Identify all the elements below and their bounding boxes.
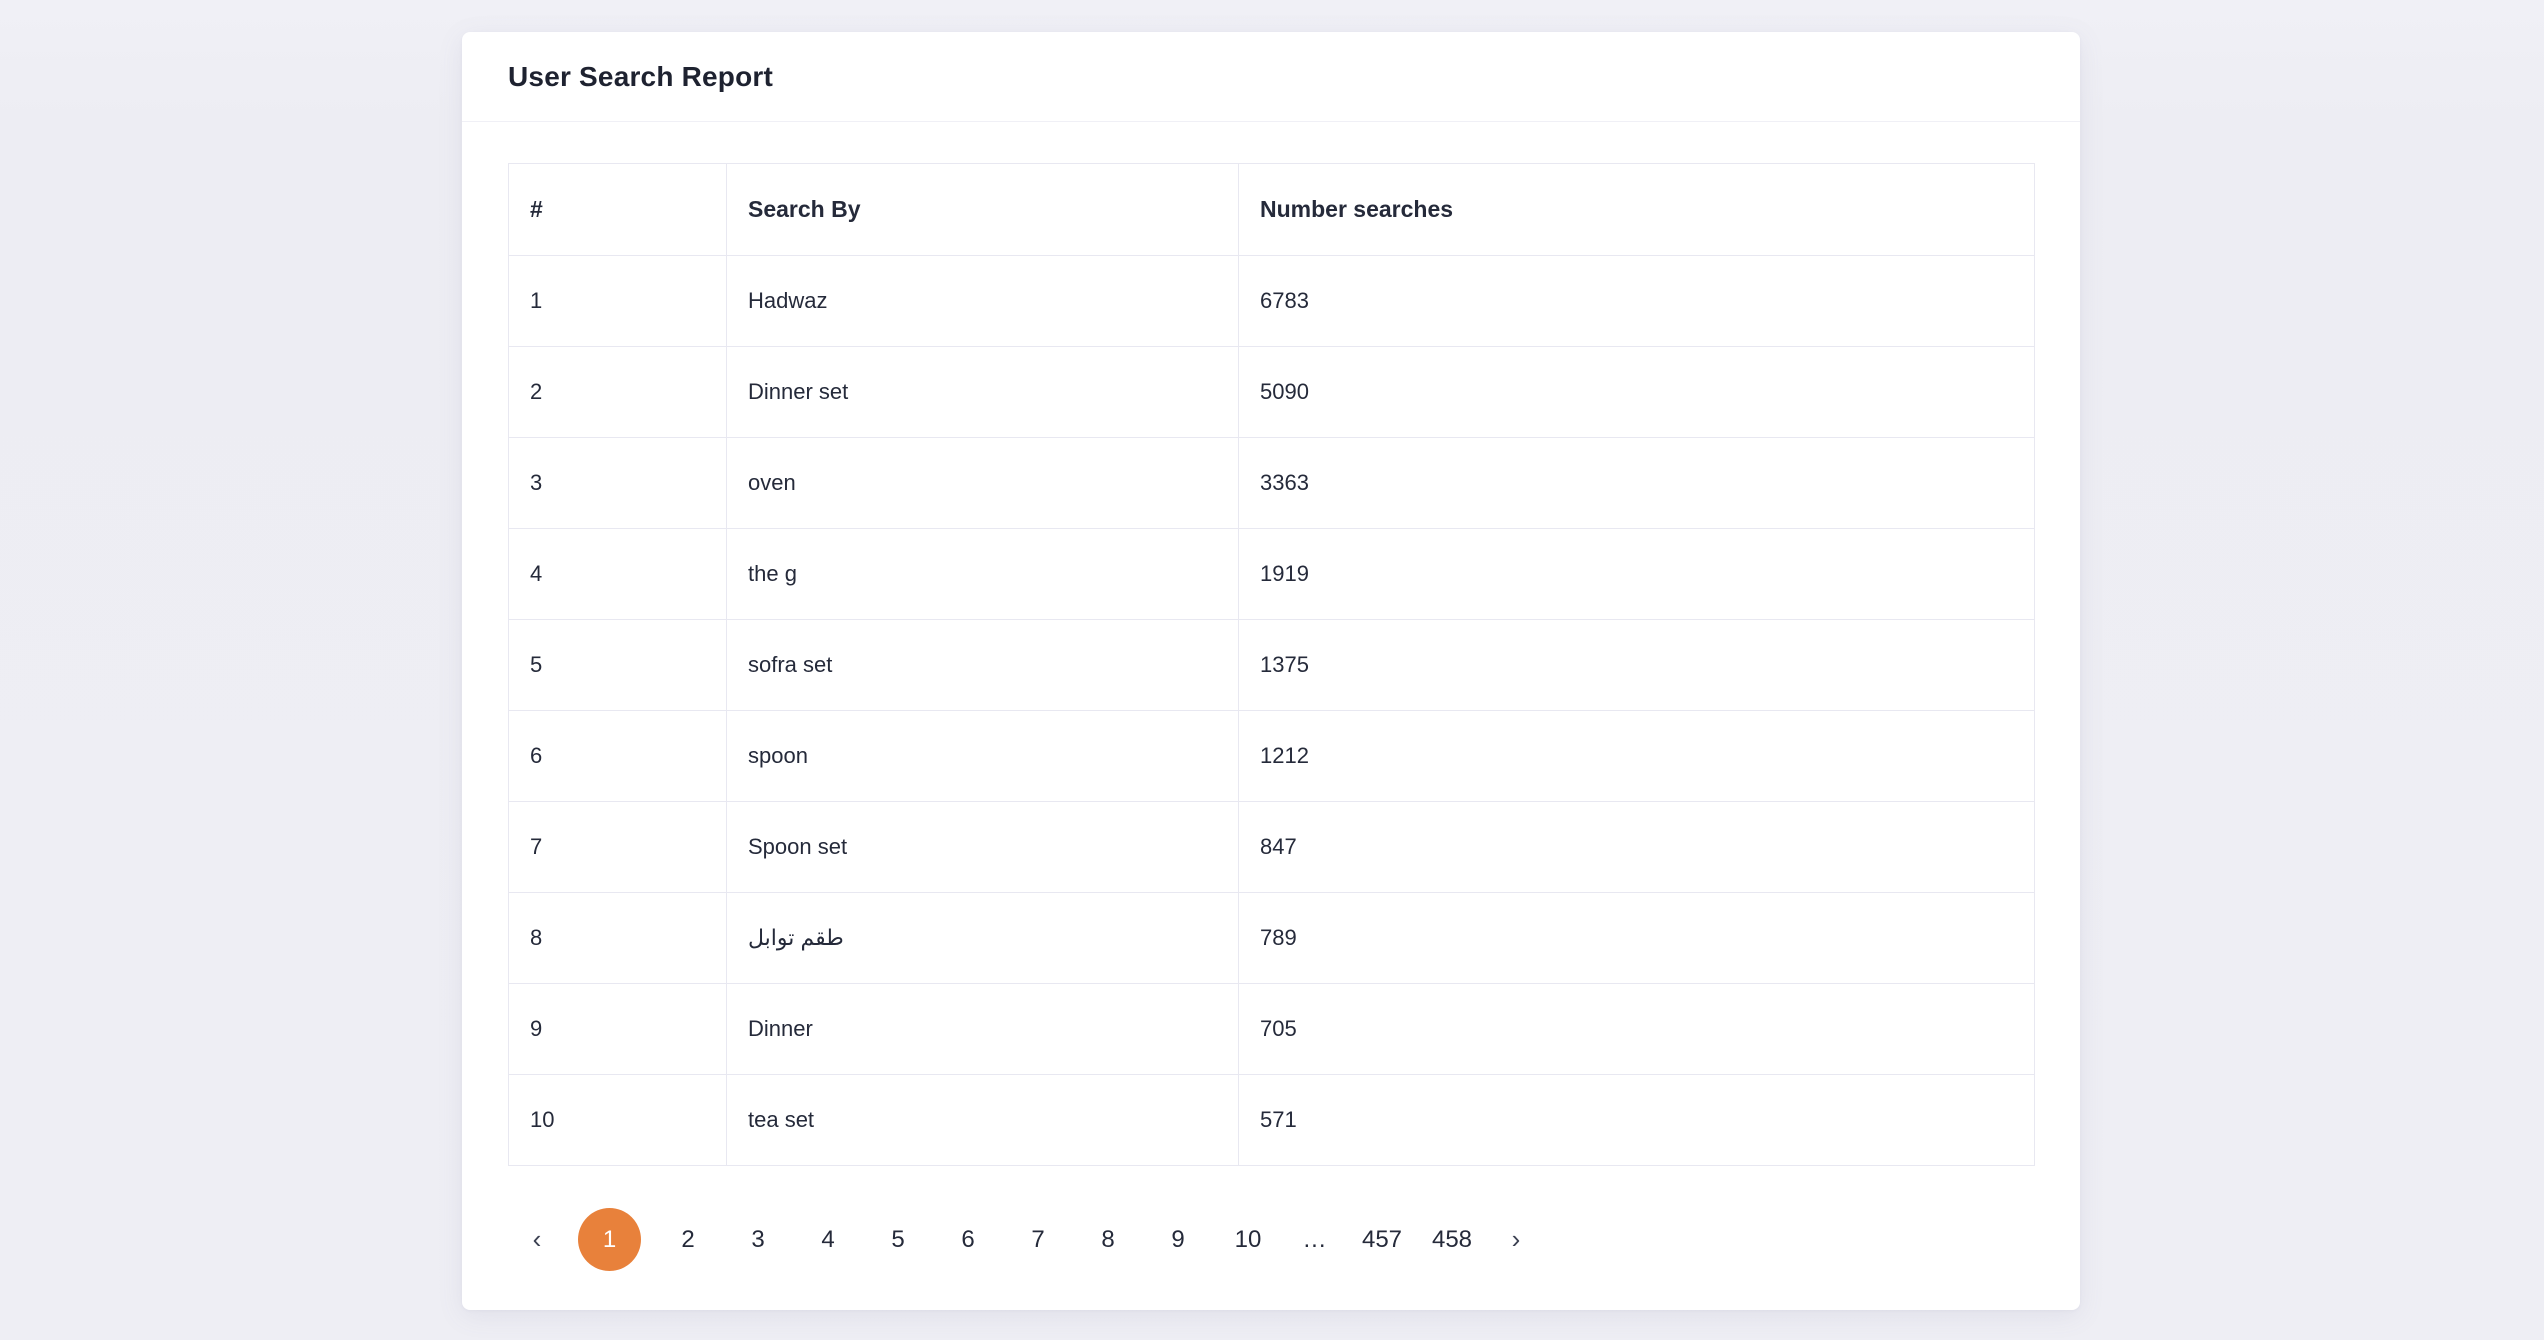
cell-index: 9 [509,984,727,1075]
table-body: 1 Hadwaz 6783 2 Dinner set 5090 3 oven 3… [509,256,2035,1166]
pagination-page-2[interactable]: 2 [665,1208,711,1271]
cell-search-term: Dinner [727,984,1239,1075]
table-row: 1 Hadwaz 6783 [509,256,2035,347]
cell-number-searches: 1212 [1239,711,2035,802]
column-header-index: # [509,164,727,256]
table-row: 3 oven 3363 [509,438,2035,529]
cell-search-term: Hadwaz [727,256,1239,347]
pagination-page-1[interactable]: 1 [578,1208,641,1271]
cell-search-term: oven [727,438,1239,529]
page-title: User Search Report [508,61,773,93]
table-row: 2 Dinner set 5090 [509,347,2035,438]
cell-index: 1 [509,256,727,347]
card-body: # Search By Number searches 1 Hadwaz 678… [462,122,2080,1271]
table-row: 4 the g 1919 [509,529,2035,620]
column-header-number-searches: Number searches [1239,164,2035,256]
cell-index: 2 [509,347,727,438]
pagination-page-458[interactable]: 458 [1429,1208,1475,1271]
cell-index: 6 [509,711,727,802]
pagination-prev-button[interactable]: ‹ [520,1208,554,1271]
pagination-page-10[interactable]: 10 [1225,1208,1271,1271]
cell-search-term: the g [727,529,1239,620]
table-row: 10 tea set 571 [509,1075,2035,1166]
report-card: User Search Report # Search By Number se… [462,32,2080,1310]
cell-search-term: طقم توابل [727,893,1239,984]
cell-number-searches: 789 [1239,893,2035,984]
pagination-page-3[interactable]: 3 [735,1208,781,1271]
cell-search-term: spoon [727,711,1239,802]
cell-search-term: sofra set [727,620,1239,711]
table-row: 8 طقم توابل 789 [509,893,2035,984]
table-row: 9 Dinner 705 [509,984,2035,1075]
pagination-page-457[interactable]: 457 [1359,1208,1405,1271]
pagination-page-4[interactable]: 4 [805,1208,851,1271]
table-row: 5 sofra set 1375 [509,620,2035,711]
cell-search-term: Spoon set [727,802,1239,893]
cell-index: 10 [509,1075,727,1166]
cell-number-searches: 847 [1239,802,2035,893]
cell-search-term: Dinner set [727,347,1239,438]
pagination-page-7[interactable]: 7 [1015,1208,1061,1271]
pagination-next-button[interactable]: › [1499,1208,1533,1271]
cell-number-searches: 6783 [1239,256,2035,347]
cell-number-searches: 1919 [1239,529,2035,620]
pagination: ‹ 123456789 10... 457 458 › [508,1208,2035,1271]
page-background: User Search Report # Search By Number se… [0,0,2544,1340]
search-report-table: # Search By Number searches 1 Hadwaz 678… [508,163,2035,1166]
cell-search-term: tea set [727,1075,1239,1166]
column-header-search-by: Search By [727,164,1239,256]
pagination-page-8[interactable]: 8 [1085,1208,1131,1271]
cell-index: 4 [509,529,727,620]
cell-index: 8 [509,893,727,984]
card-header: User Search Report [462,32,2080,122]
cell-index: 3 [509,438,727,529]
table-row: 6 spoon 1212 [509,711,2035,802]
cell-number-searches: 3363 [1239,438,2035,529]
table-row: 7 Spoon set 847 [509,802,2035,893]
cell-number-searches: 1375 [1239,620,2035,711]
cell-index: 7 [509,802,727,893]
cell-number-searches: 705 [1239,984,2035,1075]
cell-index: 5 [509,620,727,711]
cell-number-searches: 571 [1239,1075,2035,1166]
pagination-page-5[interactable]: 5 [875,1208,921,1271]
cell-number-searches: 5090 [1239,347,2035,438]
pagination-page-9[interactable]: 9 [1155,1208,1201,1271]
pagination-page-6[interactable]: 6 [945,1208,991,1271]
table-header-row: # Search By Number searches [509,164,2035,256]
pagination-ellipsis: ... [1295,1208,1335,1271]
